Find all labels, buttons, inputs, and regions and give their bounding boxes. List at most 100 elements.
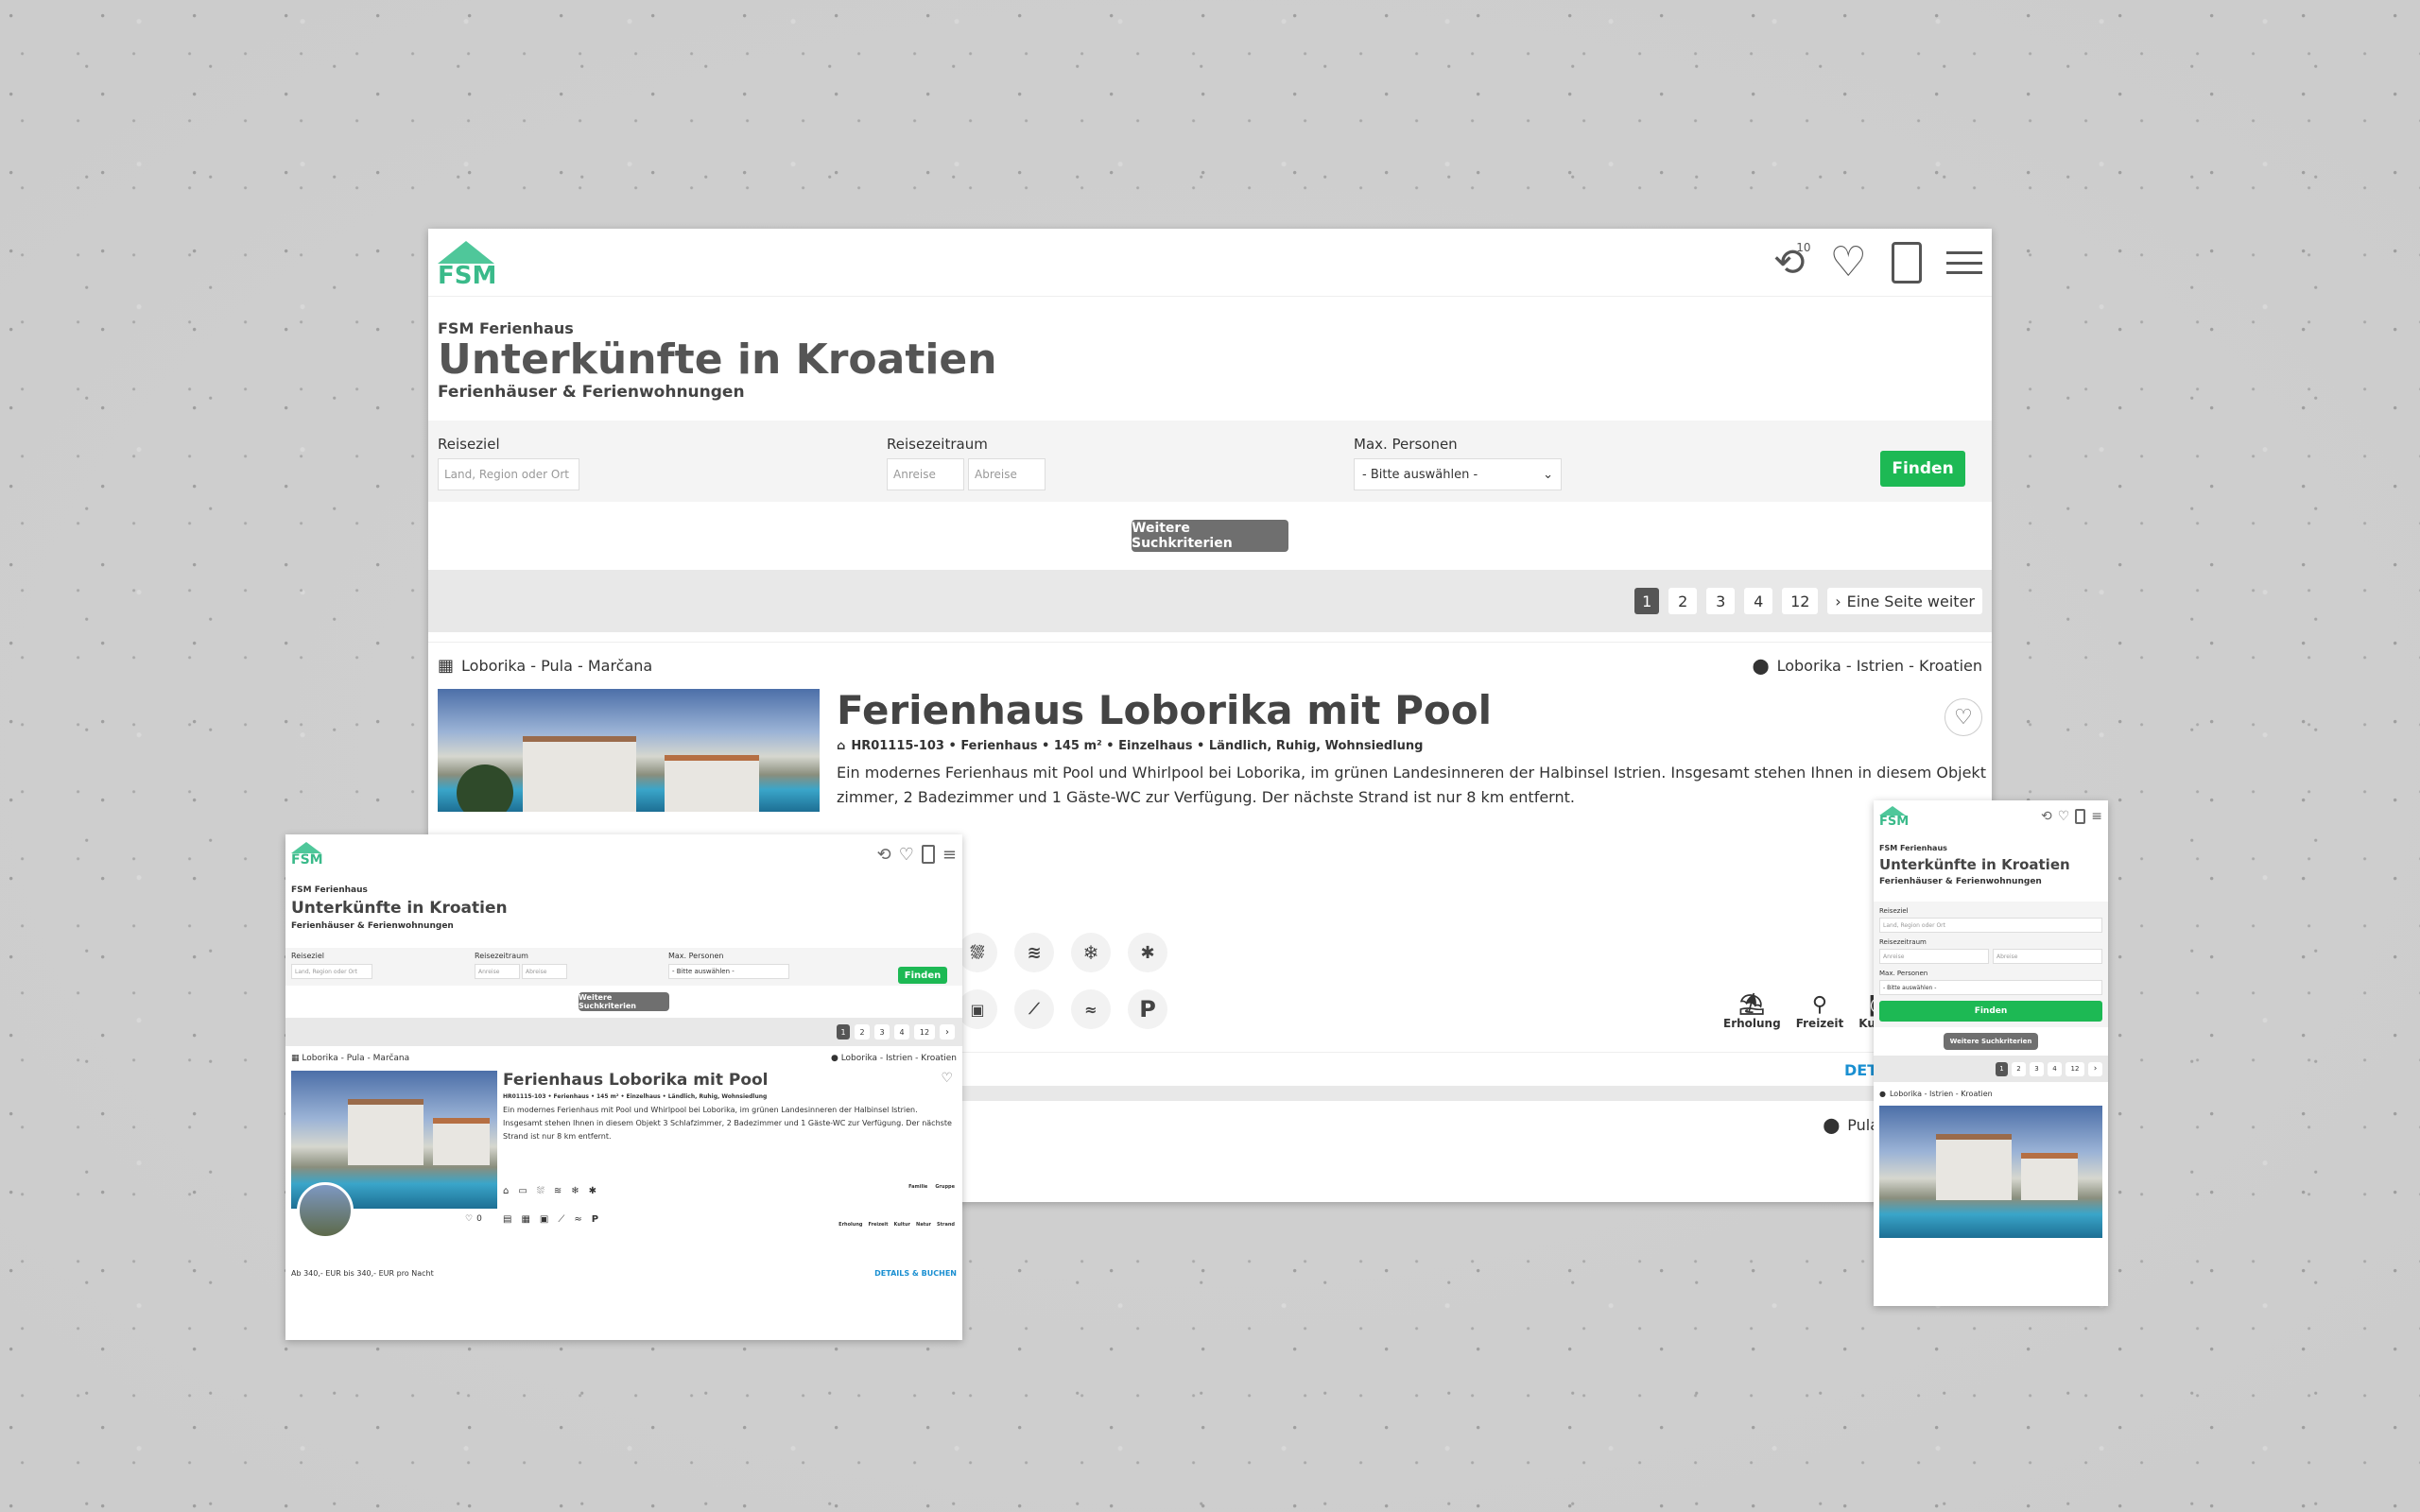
period-label: Reisezeitraum xyxy=(887,436,988,454)
history-icon[interactable]: ⟲ xyxy=(2041,809,2052,824)
more-criteria-button[interactable]: Weitere Suchkriterien xyxy=(1944,1033,2038,1050)
page-subtitle: Ferienhäuser & Ferienwohnungen xyxy=(1879,877,2042,886)
listing-photo[interactable] xyxy=(438,689,820,813)
hero-eyebrow: FSM Ferienhaus xyxy=(291,885,368,895)
house-icon: ⌂ xyxy=(503,1186,510,1196)
listing-description: Ein modernes Ferienhaus mit Pool und Whi… xyxy=(503,1106,952,1141)
parking-icon: P xyxy=(591,1214,599,1225)
page-3[interactable]: 3 xyxy=(2030,1061,2044,1076)
favorite-button[interactable]: ♡ xyxy=(941,1071,953,1086)
listing-title[interactable]: Ferienhaus Loborika mit Pool xyxy=(837,689,1982,732)
page-3[interactable]: 3 xyxy=(874,1024,890,1040)
listing-location: Loborika - Istrien - Kroatien xyxy=(1776,657,1982,676)
shower-icon: ⛆ xyxy=(958,933,997,973)
fsm-logo[interactable]: FSM xyxy=(291,842,323,867)
bicycle-icon: ⚲ xyxy=(1811,993,1828,1018)
logo-roof-icon xyxy=(438,240,494,264)
fsm-logo[interactable]: FSM xyxy=(438,240,496,288)
page-12[interactable]: 12 xyxy=(1782,588,1819,615)
parking-icon: P xyxy=(1128,989,1167,1030)
destination-input[interactable]: Land, Region oder Ort xyxy=(1879,918,2102,933)
category-strand: Strand xyxy=(937,1222,955,1228)
page-1[interactable]: 1 xyxy=(1996,1061,2008,1076)
bag-icon[interactable] xyxy=(1892,241,1922,284)
chevron-down-icon: ⌄ xyxy=(1543,467,1553,482)
beach-chair-icon: ⛱ xyxy=(1738,993,1766,1018)
heart-icon[interactable]: ♡ xyxy=(2058,809,2070,824)
arrival-input[interactable]: Anreise xyxy=(475,964,520,979)
house-icon: ⌂ xyxy=(837,738,846,753)
details-link[interactable]: DETAILS & BUCHEN xyxy=(874,1269,957,1278)
more-criteria-button[interactable]: Weitere Suchkriterien xyxy=(1132,520,1288,553)
history-icon[interactable]: ⟲ xyxy=(877,845,891,865)
page-2[interactable]: 2 xyxy=(855,1024,870,1040)
more-criteria-button[interactable]: Weitere Suchkriterien xyxy=(579,992,669,1011)
page-1[interactable]: 1 xyxy=(1634,588,1660,615)
destination-input[interactable]: Land, Region oder Ort xyxy=(291,964,372,979)
history-count: 10 xyxy=(1796,240,1811,254)
page-2[interactable]: 2 xyxy=(1668,588,1698,615)
page-2[interactable]: 2 xyxy=(2012,1061,2026,1076)
category-gruppe: Gruppe xyxy=(935,1184,955,1190)
menu-icon[interactable]: ≡ xyxy=(2091,809,2102,824)
page-title: Unterkünfte in Kroatien xyxy=(1879,856,2070,873)
page-4[interactable]: 4 xyxy=(1744,588,1773,615)
persons-select[interactable]: - Bitte auswählen - xyxy=(1879,980,2102,995)
listing-description-line1: Ein modernes Ferienhaus mit Pool und Whi… xyxy=(837,763,1992,782)
chevron-right-icon[interactable]: › xyxy=(2088,1061,2102,1076)
departure-input[interactable]: Abreise xyxy=(1993,949,2102,964)
page-12[interactable]: 12 xyxy=(914,1024,935,1040)
find-button[interactable]: Finden xyxy=(1880,451,1965,488)
heart-icon[interactable]: ♡ xyxy=(1830,238,1867,286)
details-link[interactable]: DET xyxy=(1844,1061,1877,1079)
listing-location: Loborika - Istrien - Kroatien xyxy=(1889,1090,1993,1098)
listing-photo[interactable] xyxy=(1879,1106,2102,1238)
like-count: 0 xyxy=(476,1214,482,1224)
arrival-input[interactable]: Anreise xyxy=(887,458,964,491)
history-icon[interactable]: ⟲ 10 xyxy=(1773,241,1811,284)
host-avatar xyxy=(297,1182,354,1239)
page-1[interactable]: 1 xyxy=(837,1024,850,1040)
wifi-icon: ≋ xyxy=(553,1186,562,1196)
chevron-right-icon[interactable]: › xyxy=(940,1024,955,1040)
chevron-right-icon: › xyxy=(1835,592,1841,610)
page-subtitle: Ferienhäuser & Ferienwohnungen xyxy=(438,383,745,403)
find-button[interactable]: Finden xyxy=(898,967,947,984)
page-4[interactable]: 4 xyxy=(2048,1061,2062,1076)
bag-icon[interactable] xyxy=(921,845,935,864)
fsm-logo[interactable]: FSM xyxy=(1879,805,1909,828)
next-page-button[interactable]: › Eine Seite weiter xyxy=(1827,588,1982,615)
persons-select[interactable]: - Bitte auswählen - ⌄ xyxy=(1354,458,1562,491)
site-header: FSM ⟲ 10 ♡ xyxy=(428,229,1992,297)
arrival-input[interactable]: Anreise xyxy=(1879,949,1989,964)
category-erholung: Erholung xyxy=(838,1222,863,1228)
departure-input[interactable]: Abreise xyxy=(968,458,1046,491)
listing-title[interactable]: Ferienhaus Loborika mit Pool xyxy=(503,1071,953,1090)
bag-icon[interactable] xyxy=(2075,809,2086,824)
page-12[interactable]: 12 xyxy=(2066,1061,2084,1076)
listing-description-line2: zimmer, 2 Badezimmer und 1 Gäste-WC zur … xyxy=(837,787,1575,806)
heart-icon[interactable]: ♡ xyxy=(465,1214,473,1224)
aircon-icon: ❄ xyxy=(571,1186,579,1196)
departure-input[interactable]: Abreise xyxy=(522,964,567,979)
destination-input[interactable]: Land, Region oder Ort xyxy=(438,458,579,491)
heart-icon[interactable]: ♡ xyxy=(899,845,914,865)
hero-eyebrow: FSM Ferienhaus xyxy=(1879,844,1947,852)
page-3[interactable]: 3 xyxy=(1706,588,1736,615)
location-pin-icon: ● xyxy=(1879,1090,1886,1098)
map-icon: ▦ xyxy=(291,1054,300,1063)
persons-label: Max. Personen xyxy=(1354,436,1458,454)
listing-area: Loborika - Pula - Marčana xyxy=(302,1054,410,1063)
find-button[interactable]: Finden xyxy=(1879,1001,2102,1022)
category-familie: Familie xyxy=(908,1184,928,1190)
category-freizeit: ⚲ Freizeit xyxy=(1795,993,1844,1031)
tv-icon: ▤ xyxy=(503,1214,512,1225)
menu-icon[interactable]: ≡ xyxy=(942,845,957,865)
washer-icon: ▣ xyxy=(539,1214,549,1225)
period-label: Reisezeitraum xyxy=(1879,938,1927,946)
menu-icon[interactable] xyxy=(1946,250,1982,274)
aircon-icon: ❄ xyxy=(1071,933,1111,973)
persons-select[interactable]: - Bitte auswählen - xyxy=(668,964,789,979)
page-subtitle: Ferienhäuser & Ferienwohnungen xyxy=(291,921,454,931)
page-4[interactable]: 4 xyxy=(894,1024,909,1040)
